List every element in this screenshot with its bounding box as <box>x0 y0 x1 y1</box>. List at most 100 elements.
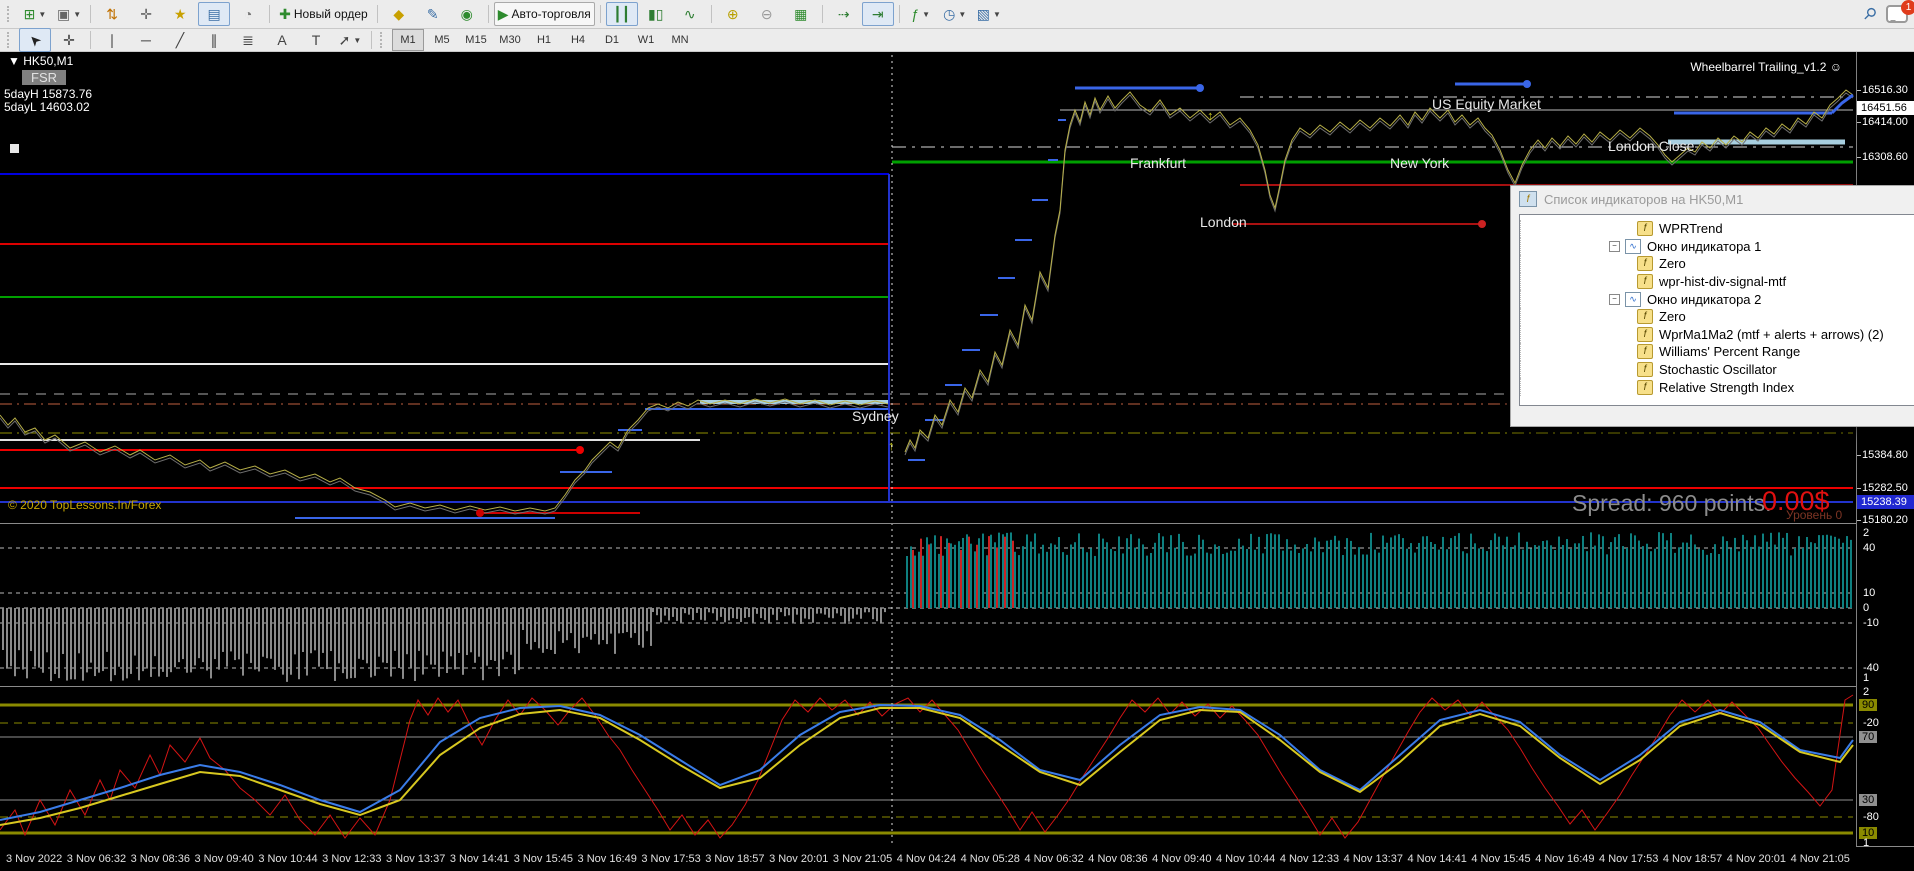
timeframe-d1[interactable]: D1 <box>596 29 628 51</box>
crosshair-button[interactable]: ✛ <box>53 28 85 52</box>
new-order-button[interactable]: ✚ Новый ордер <box>275 2 372 26</box>
text-button[interactable]: A <box>266 28 298 52</box>
zoom-out-button[interactable]: ⊖ <box>751 2 783 26</box>
object-marker[interactable] <box>10 144 19 153</box>
wpr-ma-yellow <box>0 707 1854 826</box>
profiles-button[interactable]: ▣ ▼ <box>53 2 85 26</box>
metaeditor-button[interactable]: ◆ <box>383 2 415 26</box>
timeframe-m1[interactable]: M1 <box>392 29 424 51</box>
timeframe-m30[interactable]: M30 <box>494 29 526 51</box>
price-left <box>0 398 889 512</box>
time-axis[interactable]: 3 Nov 2022 3 Nov 06:32 3 Nov 08:36 3 Nov 09… <box>0 846 1856 871</box>
timeframe-h4[interactable]: H4 <box>562 29 594 51</box>
navigator-button[interactable]: ★ <box>164 2 196 26</box>
marker-dot[interactable] <box>1478 220 1486 228</box>
marker-dot[interactable] <box>1523 80 1531 88</box>
cursor-button[interactable]: ➤ <box>19 28 51 52</box>
label-button[interactable]: T <box>300 28 332 52</box>
timeframe-m5[interactable]: M5 <box>426 29 458 51</box>
dropdown-arrow-icon[interactable]: ▼ <box>38 10 46 19</box>
window-separator[interactable] <box>0 686 1914 687</box>
scale-label: 1 <box>1863 837 1870 849</box>
strategy-tester-button[interactable]: ◔ <box>232 2 264 26</box>
zoom-in-button[interactable]: ⊕ <box>717 2 749 26</box>
mql-community-button[interactable]: ✎ <box>417 2 449 26</box>
indicator-tree-item[interactable]: − ∿ Окно индикатора 2 <box>1520 290 1914 308</box>
copyright-label: © 2020 TopLessons.In/Forex <box>8 498 162 512</box>
indicators-button[interactable]: ƒ ▼ <box>905 2 937 26</box>
symbol-label: HK50,M1 <box>23 54 74 68</box>
indicator-tree[interactable]: f WPRTrend − ∿ Окно индикатора 1 f Zero f wpr-hi… <box>1519 214 1914 406</box>
vertical-line-button[interactable]: ∣ <box>96 28 128 52</box>
tree-collapse-icon[interactable]: − <box>1609 240 1620 252</box>
autotrading-button[interactable]: ▶ Авто-торговля <box>493 2 595 26</box>
trendline-button[interactable]: ╱ <box>164 28 196 52</box>
terminal-button[interactable]: ▤ <box>198 2 231 26</box>
session-label-us-equity-market: US Equity Market <box>1432 96 1541 112</box>
notifications-icon[interactable]: 1 <box>1886 0 1914 23</box>
tile-windows-button[interactable]: ▦ <box>785 2 817 26</box>
tree-collapse-icon[interactable]: − <box>1609 293 1620 305</box>
channel-button[interactable]: ∥ <box>198 28 230 52</box>
indicator-tree-item[interactable]: f WprMa1Ma2 (mtf + alerts + arrows) (2) <box>1520 325 1914 344</box>
indicator-tree-item[interactable]: f WPRTrend <box>1520 220 1914 238</box>
horizontal-line-icon: ─ <box>141 32 151 48</box>
timeframe-w1[interactable]: W1 <box>630 29 662 51</box>
indicator-tree-item[interactable]: f Williams' Percent Range <box>1520 343 1914 361</box>
indicator-label: WPRTrend <box>1659 221 1723 237</box>
indicator-tree-item[interactable]: f Zero <box>1520 307 1914 326</box>
marker-dot[interactable] <box>576 446 584 454</box>
timeframe-h1[interactable]: H1 <box>528 29 560 51</box>
fsr-label: FSR <box>22 70 66 85</box>
time-axis-label: 3 Nov 12:33 <box>322 852 382 865</box>
indicator-label: WprMa1Ma2 (mtf + alerts + arrows) (2) <box>1659 326 1884 342</box>
dropdown-arrow-icon[interactable]: ▼ <box>353 36 361 45</box>
symbol-dropdown-icon[interactable]: ▼ <box>8 54 20 68</box>
ea-name-label: Wheelbarrel Trailing_v1.2 ☺ <box>1690 60 1842 74</box>
fibonacci-button[interactable]: ≣ <box>232 28 264 52</box>
bar-chart-button[interactable]: ┃┃ <box>605 2 638 26</box>
new-chart-icon: ⊞ <box>23 5 36 22</box>
time-axis-label: 4 Nov 13:37 <box>1343 852 1403 865</box>
indicator-tree-item[interactable]: f wpr-hist-div-signal-mtf <box>1520 272 1914 291</box>
timeframe-m15[interactable]: M15 <box>460 29 492 51</box>
scale-label: 15282.50 <box>1862 482 1908 494</box>
indicator-tree-item[interactable]: f Relative Strength Index <box>1520 378 1914 396</box>
dropdown-arrow-icon[interactable]: ▼ <box>922 10 930 19</box>
window-separator[interactable] <box>0 523 1914 524</box>
line-chart-button[interactable]: ∿ <box>674 2 706 26</box>
chart-shift-button[interactable]: ⇥ <box>861 2 894 26</box>
indicator-function-icon: f <box>1637 344 1653 360</box>
chart-area[interactable]: ▼ HK50,M1 FSR 5dayH 15873.76 5dayL 14603… <box>0 52 1914 871</box>
dropdown-arrow-icon[interactable]: ▼ <box>73 10 81 19</box>
price-scale[interactable]: 16516.30 16414.00 16308.60 15384.80 15282.50… <box>1856 52 1914 849</box>
indicator-tree-item[interactable]: − ∿ Окно индикатора 1 <box>1520 237 1914 256</box>
indicator-tree-item[interactable]: f Stochastic Oscillator <box>1520 360 1914 379</box>
arrows-button[interactable]: ➚ ▼ <box>334 28 366 52</box>
templates-button[interactable]: ▧ ▼ <box>973 2 1005 26</box>
new-chart-button[interactable]: ⊞ ▼ <box>19 2 51 26</box>
indicator-label: Zero <box>1659 256 1686 272</box>
auto-scroll-button[interactable]: ⇢ <box>828 2 860 26</box>
webterminal-button[interactable]: ◉ <box>451 2 483 26</box>
time-axis-label: 4 Nov 20:01 <box>1726 852 1787 865</box>
indicator-tree-item[interactable]: f Zero <box>1520 255 1914 273</box>
marker-dot[interactable] <box>1196 84 1204 92</box>
horizontal-line-button[interactable]: ─ <box>130 28 162 52</box>
trendline-icon: ╱ <box>175 31 185 48</box>
mql-community-icon: ✎ <box>426 5 439 22</box>
periods-button[interactable]: ◷ ▼ <box>939 2 971 26</box>
indicator-function-icon: f <box>1637 221 1653 237</box>
mt4-terminal: { "toolbars": { "row1": [ {"n":"new-char… <box>0 0 1914 871</box>
scale-label: 2 <box>1863 527 1870 539</box>
market-watch-button[interactable]: ⇅ <box>96 2 128 26</box>
data-window-button[interactable]: ✛ <box>130 2 162 26</box>
dropdown-arrow-icon[interactable]: ▼ <box>958 10 966 19</box>
dialog-titlebar[interactable]: f Список индикаторов на HK50,M1 <box>1511 186 1914 212</box>
marker-dot[interactable] <box>476 509 484 517</box>
scale-label: -10 <box>1863 617 1879 629</box>
dropdown-arrow-icon[interactable]: ▼ <box>993 10 1001 19</box>
timeframe-mn[interactable]: MN <box>664 29 696 51</box>
candlestick-chart-button[interactable]: ▮▯ <box>640 2 672 26</box>
toolbar-main: ⊞ ▼ ▣ ▼ ⇅ ✛ ★ ▤ ◔ ✚ Новый ордер ◆ ✎ ◉ ▶ Авто-торговля ┃┃… <box>0 0 1914 29</box>
